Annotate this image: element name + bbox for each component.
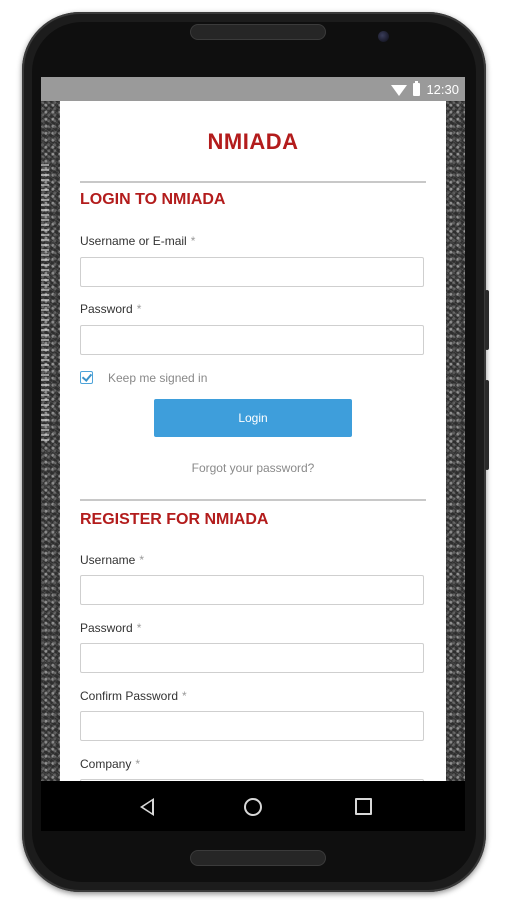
forgot-password-link[interactable]: Forgot your password? [60,461,446,475]
volume-button [485,380,489,470]
confirm-password-input[interactable] [80,711,424,741]
required-mark: * [136,302,142,316]
required-mark: * [190,234,196,248]
required-mark: * [135,757,141,771]
register-password-label: Password * [80,621,141,635]
confirm-password-label-text: Confirm Password [80,689,179,703]
wifi-icon [391,84,408,96]
front-camera [378,31,389,42]
login-username-input[interactable] [80,257,424,287]
page-content[interactable]: NMIADA LOGIN TO NMIADA Username or E-mai… [60,101,446,781]
register-username-input[interactable] [80,575,424,605]
screen: 12:30 NMIADA LOGIN TO NMIADA Username or… [41,77,465,831]
divider [80,499,426,501]
register-section-title: REGISTER FOR NMIADA [80,511,269,528]
login-password-label-text: Password [80,302,133,316]
required-mark: * [182,689,187,703]
divider [80,181,426,183]
recents-icon[interactable] [355,798,372,815]
app-brand-title: NMIADA [207,129,299,154]
company-label: Company * [80,757,140,771]
username-email-label-text: Username or E-mail [80,234,187,248]
back-icon[interactable] [140,798,154,816]
home-icon[interactable] [244,798,262,816]
register-username-label-text: Username [80,553,136,567]
power-button [485,290,489,350]
login-section-title: LOGIN TO NMIADA [80,191,226,208]
login-password-input[interactable] [80,325,424,355]
confirm-password-label: Confirm Password * [80,689,187,703]
register-username-label: Username * [80,553,144,567]
keep-signed-in-label[interactable]: Keep me signed in [108,371,207,385]
top-speaker [190,24,326,40]
register-password-label-text: Password [80,621,133,635]
register-password-input[interactable] [80,643,424,673]
status-time: 12:30 [426,81,459,97]
battery-icon [413,80,421,96]
keep-signed-in-checkbox[interactable] [80,371,93,384]
username-email-label: Username or E-mail * [80,234,195,248]
background-texture-left [41,101,60,781]
status-bar: 12:30 [41,77,465,101]
navigation-bar [41,781,465,831]
login-password-label: Password * [80,302,141,316]
required-mark: * [136,621,142,635]
bottom-speaker [190,850,326,866]
login-button[interactable]: Login [154,399,352,437]
company-label-text: Company [80,757,132,771]
required-mark: * [139,553,145,567]
background-texture-right [446,101,465,781]
